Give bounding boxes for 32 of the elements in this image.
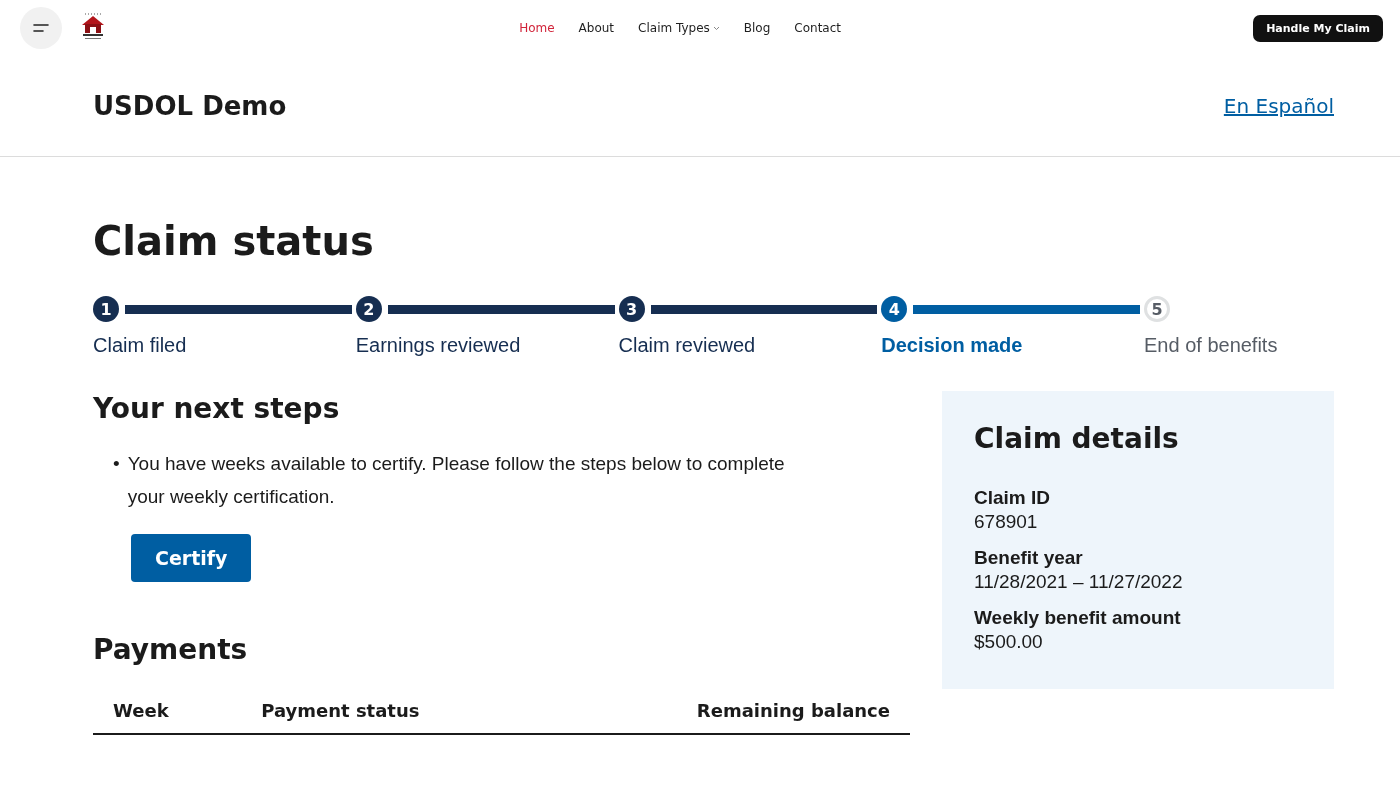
nav-link[interactable]: Claim Types — [638, 21, 720, 35]
section-heading: Payments — [93, 632, 249, 668]
step-label: Claim reviewed — [618, 334, 757, 357]
page-heading: Claim status — [93, 217, 375, 266]
handle-claim-button[interactable]: Handle My Claim — [1253, 14, 1383, 42]
site-title: USDOL Demo — [93, 91, 287, 121]
bullet: • — [113, 452, 120, 476]
menu-button[interactable] — [20, 7, 62, 49]
certify-button[interactable]: Certify — [131, 534, 252, 582]
field-label: Benefit year — [974, 547, 1084, 569]
nav-link[interactable]: About — [578, 21, 615, 35]
nav-link[interactable]: Blog — [743, 21, 771, 35]
field-label: Weekly benefit amount — [974, 607, 1182, 629]
language-link[interactable]: En Español — [1223, 94, 1334, 118]
nav-link[interactable]: Contact — [794, 21, 841, 35]
step-label: Earnings reviewed — [355, 334, 522, 357]
step-label: End of benefits — [1144, 334, 1279, 357]
column-header: Week — [93, 694, 242, 734]
field-value: $500.00 — [974, 631, 1044, 653]
field-value: 678901 — [974, 511, 1039, 533]
section-heading: Your next steps — [93, 391, 341, 427]
column-header: Payment status — [241, 694, 549, 734]
menu-icon — [33, 24, 49, 32]
step-label: Claim filed — [93, 334, 188, 357]
nav-link[interactable]: Home — [519, 21, 555, 35]
list-item: You have weeks available to certify. Please follow the steps below to complete your weekly certification. — [127, 452, 786, 509]
column-header: Remaining balance — [548, 694, 910, 734]
field-value: 11/28/2021 – 11/27/2022 — [974, 571, 1184, 593]
field-label: Claim ID — [974, 487, 1052, 509]
panel-heading: Claim details — [974, 421, 1180, 457]
step-label: Decision made — [881, 334, 1024, 357]
step-number: 1 — [93, 296, 119, 322]
